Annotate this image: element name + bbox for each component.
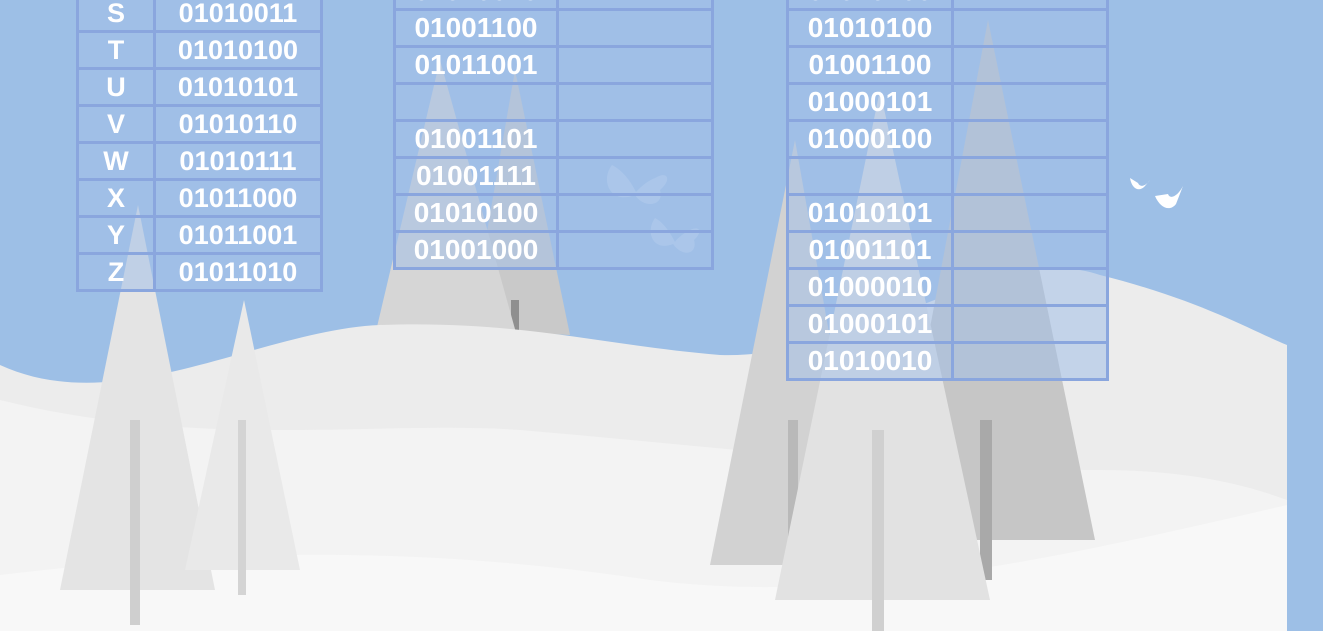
- table-row: 01001100: [786, 45, 1109, 85]
- binary-code-cell: [786, 156, 954, 196]
- answer-cell[interactable]: [556, 230, 714, 270]
- binary-code-cell: 01010101: [153, 67, 323, 107]
- binary-code-cell: 01010110: [153, 104, 323, 144]
- table-row: 01010100: [786, 0, 1109, 11]
- binary-code-cell: 01000100: [786, 119, 954, 159]
- letter-cell: U: [76, 67, 156, 107]
- table-row: 01000100: [786, 119, 1109, 159]
- table-row: W 01010111: [76, 141, 323, 181]
- answer-cell[interactable]: [951, 230, 1109, 270]
- answer-cell[interactable]: [556, 82, 714, 122]
- letter-cell: S: [76, 0, 156, 33]
- binary-code-cell: 01001000: [393, 230, 559, 270]
- letter-cell: W: [76, 141, 156, 181]
- puzzle-table-1: 01010010 01001100 01011001 01001101 0100…: [393, 0, 714, 270]
- answer-cell[interactable]: [556, 45, 714, 85]
- table-row: 01001101: [786, 230, 1109, 270]
- binary-code-cell: 01011010: [153, 252, 323, 292]
- table-row: 01001000: [393, 230, 714, 270]
- letter-cell: V: [76, 104, 156, 144]
- binary-code-cell: 01000101: [786, 82, 954, 122]
- answer-cell[interactable]: [951, 0, 1109, 11]
- answer-cell[interactable]: [556, 119, 714, 159]
- binary-code-cell: 01010100: [153, 30, 323, 70]
- table-row: 01010101: [786, 193, 1109, 233]
- letter-cell: Y: [76, 215, 156, 255]
- table-row: 01000101: [786, 304, 1109, 344]
- binary-code-cell: 01011000: [153, 178, 323, 218]
- table-row: U 01010101: [76, 67, 323, 107]
- table-row: Y 01011001: [76, 215, 323, 255]
- answer-cell[interactable]: [951, 193, 1109, 233]
- table-row: T 01010100: [76, 30, 323, 70]
- table-row: 01011001: [393, 45, 714, 85]
- table-row: V 01010110: [76, 104, 323, 144]
- binary-code-cell: 01010101: [786, 193, 954, 233]
- answer-cell[interactable]: [951, 119, 1109, 159]
- binary-code-cell: 01010100: [393, 193, 559, 233]
- table-row: 01001111: [393, 156, 714, 196]
- letter-cell: X: [76, 178, 156, 218]
- binary-code-cell: 01010010: [393, 0, 559, 11]
- table-row: Z 01011010: [76, 252, 323, 292]
- binary-code-cell: 01001100: [393, 8, 559, 48]
- answer-cell[interactable]: [951, 341, 1109, 381]
- binary-code-cell: 01010100: [786, 8, 954, 48]
- table-row: X 01011000: [76, 178, 323, 218]
- table-row: 01010100: [393, 193, 714, 233]
- table-row: [786, 156, 1109, 196]
- binary-code-cell: 01001111: [393, 156, 559, 196]
- binary-code-cell: 01001100: [786, 45, 954, 85]
- binary-alphabet-table: S 01010011 T 01010100 U 01010101 V 01010110 …: [76, 0, 323, 292]
- letter-cell: T: [76, 30, 156, 70]
- answer-cell[interactable]: [556, 156, 714, 196]
- answer-cell[interactable]: [951, 8, 1109, 48]
- puzzle-table-2: 01010100 01010100 01001100 01000101 0100…: [786, 0, 1109, 381]
- binary-code-cell: [393, 82, 559, 122]
- answer-cell[interactable]: [951, 156, 1109, 196]
- table-row: S 01010011: [76, 0, 323, 33]
- table-row: 01010010: [393, 0, 714, 11]
- answer-cell[interactable]: [951, 45, 1109, 85]
- table-row: 01010010: [786, 341, 1109, 381]
- binary-code-cell: 01010010: [786, 341, 954, 381]
- binary-code-cell: 01011001: [153, 215, 323, 255]
- binary-code-cell: 01001101: [786, 230, 954, 270]
- binary-code-cell: 01001101: [393, 119, 559, 159]
- binary-code-cell: 01000101: [786, 304, 954, 344]
- letter-cell: Z: [76, 252, 156, 292]
- table-row: 01000010: [786, 267, 1109, 307]
- table-row: 01001100: [393, 8, 714, 48]
- answer-cell[interactable]: [556, 0, 714, 11]
- answer-cell[interactable]: [951, 82, 1109, 122]
- table-row: [393, 82, 714, 122]
- binary-code-cell: 01010100: [786, 0, 954, 11]
- answer-cell[interactable]: [556, 8, 714, 48]
- binary-code-cell: 01010011: [153, 0, 323, 33]
- binary-code-cell: 01000010: [786, 267, 954, 307]
- table-row: 01000101: [786, 82, 1109, 122]
- answer-cell[interactable]: [556, 193, 714, 233]
- table-row: 01010100: [786, 8, 1109, 48]
- answer-cell[interactable]: [951, 267, 1109, 307]
- answer-cell[interactable]: [951, 304, 1109, 344]
- binary-code-cell: 01010111: [153, 141, 323, 181]
- table-row: 01001101: [393, 119, 714, 159]
- binary-code-cell: 01011001: [393, 45, 559, 85]
